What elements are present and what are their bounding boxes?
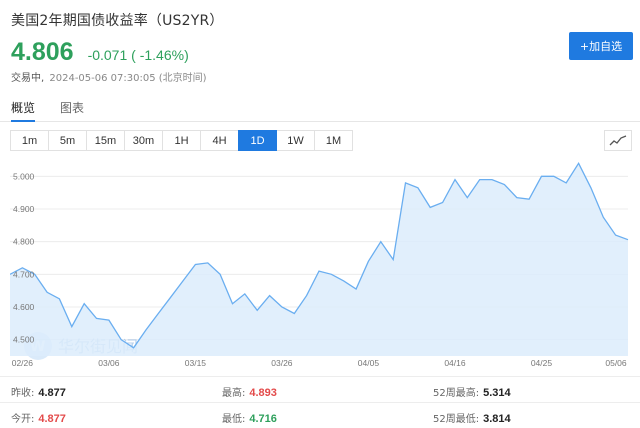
x-tick-label: 03/26 bbox=[271, 358, 293, 368]
tab-overview[interactable]: 概览 bbox=[11, 99, 36, 122]
day-high-value: 4.893 bbox=[249, 387, 277, 399]
trading-status: 交易中, 2024-05-06 07:30:05 (北京时间) bbox=[11, 69, 207, 84]
price-row: 4.806 -0.071 ( -1.46%) bbox=[11, 38, 189, 67]
tab-bar: 概览 图表 bbox=[0, 96, 640, 122]
yield-chart: W 华尔街见闻 5.0004.9004.8004.7004.6004.500 0… bbox=[10, 161, 629, 368]
prev-close-value: 4.877 bbox=[38, 387, 66, 399]
quote-timestamp: 2024-05-06 07:30:05 (北京时间) bbox=[49, 73, 207, 84]
chart-type-button[interactable] bbox=[604, 130, 632, 151]
day-low: 最低: 4.716 bbox=[222, 413, 277, 425]
range-1d-button[interactable]: 1D bbox=[238, 130, 277, 151]
x-tick-label: 03/15 bbox=[185, 358, 207, 368]
y-tick-label: 5.000 bbox=[13, 171, 35, 181]
y-tick-label: 4.600 bbox=[13, 302, 35, 312]
x-tick-label: 05/06 bbox=[605, 358, 627, 368]
today-open-value: 4.877 bbox=[38, 413, 66, 425]
range-5m-button[interactable]: 5m bbox=[48, 130, 87, 151]
price-change: -0.071 ( -1.46%) bbox=[88, 47, 189, 63]
change-value: -0.071 bbox=[87, 47, 128, 63]
y-tick-label: 4.800 bbox=[13, 237, 35, 247]
range-15m-button[interactable]: 15m bbox=[86, 130, 125, 151]
change-percent: ( -1.46%) bbox=[131, 47, 189, 63]
y-tick-label: 4.900 bbox=[13, 204, 35, 214]
instrument-title: 美国2年期国债收益率（US2YR） bbox=[11, 13, 224, 29]
today-open: 今开: 4.877 bbox=[11, 413, 66, 425]
range-4h-button[interactable]: 4H bbox=[200, 130, 239, 151]
range-1w-button[interactable]: 1W bbox=[276, 130, 315, 151]
week52-high: 52周最高: 5.314 bbox=[433, 387, 511, 399]
x-tick-label: 02/26 bbox=[12, 358, 34, 368]
range-30m-button[interactable]: 30m bbox=[124, 130, 163, 151]
prev-close: 昨收: 4.877 bbox=[11, 387, 66, 399]
last-price: 4.806 bbox=[11, 38, 74, 66]
x-tick-label: 04/25 bbox=[531, 358, 553, 368]
day-low-value: 4.716 bbox=[249, 413, 277, 425]
week52-low: 52周最低: 3.814 bbox=[433, 413, 511, 425]
y-tick-label: 4.700 bbox=[13, 269, 35, 279]
x-tick-label: 04/16 bbox=[444, 358, 466, 368]
week52-high-value: 5.314 bbox=[483, 387, 511, 399]
x-tick-label: 03/06 bbox=[98, 358, 120, 368]
range-1m-button[interactable]: 1m bbox=[10, 130, 49, 151]
day-high: 最高: 4.893 bbox=[222, 387, 277, 399]
stats-row: 今开: 4.877 最低: 4.716 52周最低: 3.814 bbox=[0, 402, 640, 428]
tab-chart[interactable]: 图表 bbox=[60, 99, 84, 116]
add-to-watchlist-button[interactable]: +加自选 bbox=[569, 32, 633, 60]
range-1M-button[interactable]: 1M bbox=[314, 130, 353, 151]
line-chart-icon bbox=[609, 134, 627, 145]
status-label: 交易中, bbox=[11, 73, 45, 84]
yield-area-fill bbox=[10, 163, 628, 356]
week52-low-value: 3.814 bbox=[483, 413, 511, 425]
time-range-selector: 1m 5m 15m 30m 1H 4H 1D 1W 1M bbox=[10, 130, 353, 151]
y-tick-label: 4.500 bbox=[13, 335, 35, 345]
x-tick-label: 04/05 bbox=[358, 358, 380, 368]
range-1h-button[interactable]: 1H bbox=[162, 130, 201, 151]
stats-row: 昨收: 4.877 最高: 4.893 52周最高: 5.314 bbox=[0, 376, 640, 402]
